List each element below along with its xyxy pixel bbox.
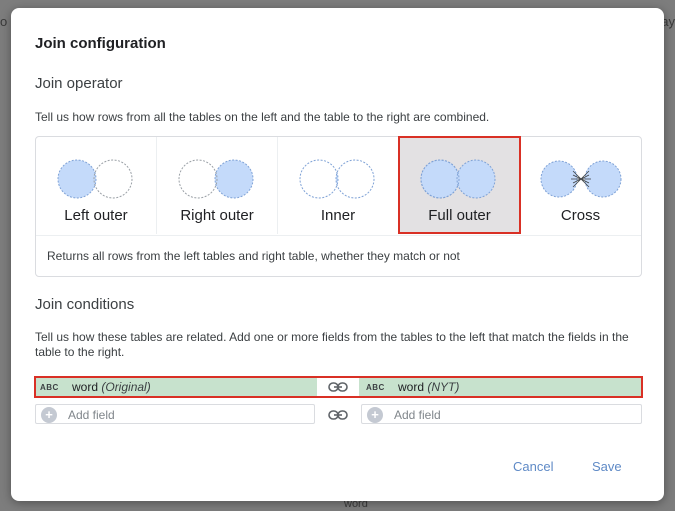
join-option-label: Cross: [560, 207, 601, 224]
add-field-placeholder: Add field: [68, 408, 115, 422]
add-icon: +: [367, 407, 383, 423]
join-operator-options: Left outer Right outer Inner Full outer …: [36, 136, 641, 234]
left-outer-venn-icon: [57, 159, 133, 199]
link-icon[interactable]: [328, 381, 348, 393]
join-operator-help: Tell us how rows from all the tables on …: [35, 110, 490, 124]
link-icon[interactable]: [328, 409, 348, 421]
text-type-badge: ABC: [366, 383, 385, 392]
join-operator-panel: Left outer Right outer Inner Full outer …: [35, 136, 642, 277]
background-text-left: o: [0, 14, 8, 29]
join-condition-row: ABC word (Original) ABC word (NYT): [34, 376, 643, 398]
cross-join-icon: [540, 160, 622, 198]
left-add-field[interactable]: + Add field: [35, 404, 315, 424]
join-conditions-heading: Join conditions: [35, 296, 135, 313]
join-configuration-dialog: Join configuration Join operator Tell us…: [11, 8, 664, 501]
inner-venn-icon: [299, 159, 375, 199]
join-operator-description-text: Returns all rows from the left tables an…: [47, 249, 460, 263]
join-conditions-help: Tell us how these tables are related. Ad…: [35, 330, 629, 359]
add-field-placeholder: Add field: [394, 408, 441, 422]
join-option-inner[interactable]: Inner: [278, 137, 399, 234]
text-type-badge: ABC: [40, 383, 59, 392]
join-option-full-outer[interactable]: Full outer: [398, 136, 521, 234]
link-icon-slot: [317, 378, 359, 396]
left-field-selector[interactable]: ABC word (Original): [36, 378, 316, 398]
join-option-label: Left outer: [64, 207, 128, 224]
join-option-cross[interactable]: Cross: [520, 137, 641, 234]
right-add-field[interactable]: + Add field: [361, 404, 642, 424]
join-option-left-outer[interactable]: Left outer: [36, 137, 157, 234]
right-field-name: word (NYT): [398, 380, 460, 394]
right-field-selector[interactable]: ABC word (NYT): [362, 378, 640, 398]
join-operator-heading: Join operator: [35, 75, 123, 92]
join-option-label: Full outer: [428, 207, 491, 224]
dialog-title: Join configuration: [35, 35, 166, 52]
join-operator-description: Returns all rows from the left tables an…: [36, 235, 641, 277]
add-icon: +: [41, 407, 57, 423]
left-field-name: word (Original): [72, 380, 151, 394]
full-outer-venn-icon: [420, 159, 496, 199]
right-outer-venn-icon: [178, 159, 254, 199]
join-option-label: Inner: [320, 207, 356, 224]
join-option-label: Right outer: [180, 207, 254, 224]
save-button[interactable]: Save: [592, 459, 622, 474]
join-option-right-outer[interactable]: Right outer: [157, 137, 278, 234]
join-condition-row: + Add field + Add field: [35, 404, 642, 426]
cancel-button[interactable]: Cancel: [513, 459, 553, 474]
